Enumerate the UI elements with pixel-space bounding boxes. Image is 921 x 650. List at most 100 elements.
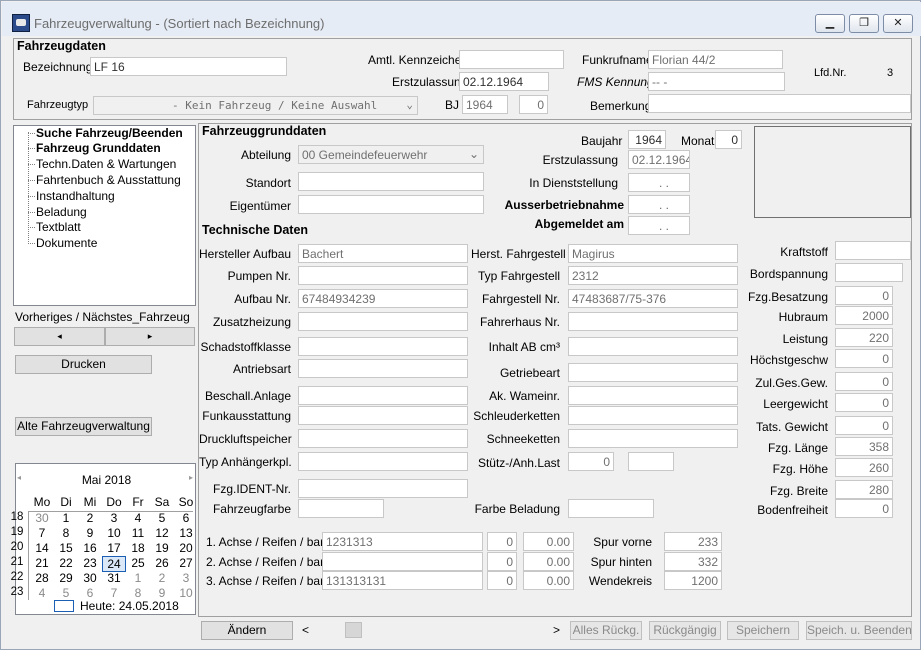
spur-2-input[interactable]: 1200 — [664, 571, 722, 590]
cal-day[interactable]: 31 — [102, 571, 126, 585]
scroll-right-icon[interactable]: > — [553, 623, 560, 637]
cal-day[interactable]: 26 — [150, 556, 174, 570]
aendern-button[interactable]: Ändern — [201, 621, 293, 640]
cal-day[interactable]: 29 — [54, 571, 78, 585]
cal-day[interactable]: 11 — [126, 526, 150, 540]
cal-day[interactable]: 9 — [78, 526, 102, 540]
cal-day[interactable]: 30 — [78, 571, 102, 585]
achse-2-reifen-input[interactable] — [322, 552, 483, 571]
old-management-button[interactable]: Alte Fahrzeugverwaltung — [15, 417, 152, 436]
tech-fzg-besatzung-input[interactable]: 0 — [835, 286, 893, 305]
tech-hersteller-aufbau-input[interactable]: Bachert — [298, 244, 468, 263]
achse-3-anzahl-input[interactable]: 0 — [487, 571, 517, 590]
nav-item-dokumente[interactable]: Dokumente — [36, 236, 97, 250]
cal-day[interactable]: 28 — [30, 571, 54, 585]
cal-month-title[interactable]: Mai 2018 — [16, 473, 197, 487]
funkrufname-input[interactable]: Florian 44/2 — [648, 50, 783, 69]
maximize-button[interactable]: ❐ — [849, 14, 879, 33]
cal-day[interactable]: 15 — [54, 541, 78, 555]
tech-fahrerhaus-nr-input[interactable] — [568, 312, 738, 331]
achse-1-anzahl-input[interactable]: 0 — [487, 532, 517, 551]
cal-day[interactable]: 9 — [150, 586, 174, 600]
erstzulassung-top-input[interactable]: 02.12.1964 — [459, 72, 549, 91]
cal-day[interactable]: 8 — [54, 526, 78, 540]
tech-schleuderketten-input[interactable] — [568, 406, 738, 425]
cal-today[interactable]: Heute: 24.05.2018 — [80, 599, 179, 613]
cal-day[interactable]: 2 — [150, 571, 174, 585]
minimize-button[interactable]: ▁ — [815, 14, 845, 33]
tech-h-chstgeschw-input[interactable]: 0 — [835, 349, 893, 368]
month-calendar[interactable]: ◂ ▸ Mai 2018 Mo Di Mi Do Fr Sa So 18 30 1 2 3 4 5 6 19… — [11, 463, 198, 615]
nav-item-fahrtenbuch[interactable]: Fahrtenbuch & Ausstattung — [36, 173, 181, 187]
tech-schneeketten-input[interactable] — [568, 429, 738, 448]
tech-fzg-h-he-input[interactable]: 260 — [835, 458, 893, 477]
tech-funkausstattung-input[interactable] — [298, 406, 468, 425]
cal-day[interactable]: 21 — [30, 556, 54, 570]
achse-2-anzahl-input[interactable]: 0 — [487, 552, 517, 571]
next-vehicle-button[interactable]: ▸ — [105, 327, 195, 346]
nav-item-suche[interactable]: Suche Fahrzeug/Beenden — [36, 126, 183, 140]
cal-day[interactable]: 1 — [126, 571, 150, 585]
cal-day[interactable]: 5 — [150, 511, 174, 525]
cal-day[interactable]: 14 — [30, 541, 54, 555]
tech-fzg-ident-nr-input[interactable] — [298, 479, 468, 498]
tech-zul-ges-gew-input[interactable]: 0 — [835, 372, 893, 391]
dienststellung-input[interactable]: . . — [628, 173, 690, 192]
abgemeldet-input[interactable]: . . — [628, 216, 690, 235]
nav-item-instandhaltung[interactable]: Instandhaltung — [36, 189, 115, 203]
tech-ak-wameinr-input[interactable] — [568, 386, 738, 405]
cal-day[interactable]: 13 — [174, 526, 198, 540]
cal-day[interactable]: 1 — [54, 511, 78, 525]
bezeichnung-input[interactable]: LF 16 — [90, 57, 287, 76]
tech-fzg-l-nge-input[interactable]: 358 — [835, 437, 893, 456]
tech-antriebsart-input[interactable] — [298, 359, 468, 378]
ausserbetrieb-input[interactable]: . . — [628, 195, 690, 214]
nav-item-beladung[interactable]: Beladung — [36, 205, 87, 219]
cal-day[interactable]: 27 — [174, 556, 198, 570]
fms-input[interactable]: -- - — [648, 72, 785, 91]
bj2-input[interactable]: 0 — [519, 95, 548, 114]
cal-day[interactable]: 4 — [126, 511, 150, 525]
fahrzeugtyp-select[interactable]: - Kein Fahrzeug / Keine Auswahl ⌄ — [93, 96, 418, 115]
tech-tats-gewicht-input[interactable]: 0 — [835, 416, 893, 435]
tech-schadstoffklasse-input[interactable] — [298, 337, 468, 356]
cal-day[interactable]: 25 — [126, 556, 150, 570]
stuetzlast2-input[interactable] — [628, 452, 674, 471]
tech-bordspannung-input[interactable] — [835, 263, 903, 282]
tech-leergewicht-input[interactable]: 0 — [835, 393, 893, 412]
nav-item-textblatt[interactable]: Textblatt — [36, 220, 81, 234]
eigentuemer-input[interactable] — [298, 195, 484, 214]
achse-3-reifen-input[interactable]: 131313131 — [322, 571, 483, 590]
tech-fzg-breite-input[interactable]: 280 — [835, 480, 893, 499]
cal-day[interactable]: 3 — [102, 511, 126, 525]
spur-1-input[interactable]: 332 — [664, 552, 722, 571]
cal-day[interactable]: 22 — [54, 556, 78, 570]
tech-beschall-anlage-input[interactable] — [298, 386, 468, 405]
cal-day[interactable]: 23 — [78, 556, 102, 570]
cal-day[interactable]: 6 — [174, 511, 198, 525]
stuetzlast-input[interactable]: 0 — [568, 452, 614, 471]
achse-1-reifen-input[interactable]: 1231313 — [322, 532, 483, 551]
abteilung-select[interactable]: 00 Gemeindefeuerwehr ⌄ — [298, 145, 484, 164]
tech-fahrgestell-nr-input[interactable]: 47483687/75-376 — [568, 289, 738, 308]
cal-day[interactable]: 12 — [150, 526, 174, 540]
print-button[interactable]: Drucken — [15, 355, 152, 374]
scroll-thumb[interactable] — [345, 622, 362, 638]
cal-day-selected[interactable]: 24 — [102, 556, 126, 572]
spur-0-input[interactable]: 233 — [664, 532, 722, 551]
farbe-beladung-input[interactable] — [568, 499, 654, 518]
bemerkung-input[interactable] — [648, 94, 911, 113]
standort-input[interactable] — [298, 172, 484, 191]
cal-day[interactable]: 19 — [150, 541, 174, 555]
cal-day[interactable]: 10 — [174, 586, 198, 600]
cal-day[interactable]: 7 — [102, 586, 126, 600]
tech-typ-anh-ngerkpl-input[interactable] — [298, 452, 468, 471]
baujahr-input[interactable]: 1964 — [628, 130, 666, 149]
achse-3-bar-input[interactable]: 0.00 — [523, 571, 574, 590]
tech-inhalt-ab-cm-input[interactable] — [568, 337, 738, 356]
speichern-button[interactable]: Speichern — [727, 621, 799, 640]
tech-zusatzheizung-input[interactable] — [298, 312, 468, 331]
cal-day[interactable]: 17 — [102, 541, 126, 555]
tech-pumpen-nr-input[interactable] — [298, 266, 468, 285]
tech-typ-fahrgestell-input[interactable]: 2312 — [568, 266, 738, 285]
